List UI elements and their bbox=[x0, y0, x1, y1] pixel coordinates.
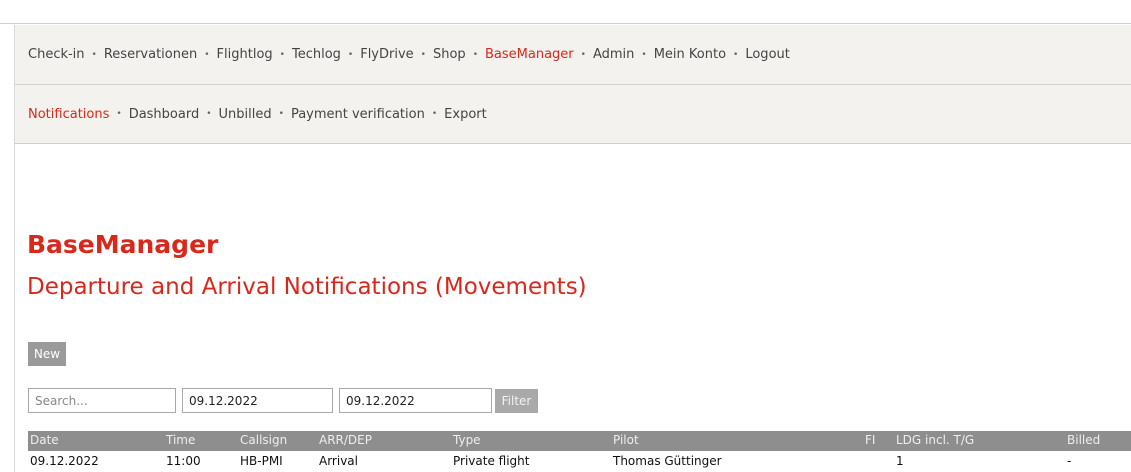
subnav-item-export[interactable]: Export bbox=[444, 107, 487, 122]
column-header-ldg[interactable]: LDG incl. T/G bbox=[896, 433, 974, 447]
subnav-item-unbilled[interactable]: Unbilled bbox=[219, 107, 272, 122]
column-header-billed[interactable]: Billed bbox=[1067, 433, 1100, 447]
nav-item-admin[interactable]: Admin bbox=[593, 47, 634, 62]
cell-date: 09.12.2022 bbox=[30, 454, 99, 468]
content-area bbox=[14, 144, 1131, 472]
nav-separator: • bbox=[580, 49, 586, 60]
nav-separator: • bbox=[206, 109, 212, 119]
nav-item-flydrive[interactable]: FlyDrive bbox=[360, 47, 413, 62]
nav-separator: • bbox=[347, 49, 354, 60]
subnav-item-dashboard[interactable]: Dashboard bbox=[129, 107, 200, 122]
nav-item-mein-konto[interactable]: Mein Konto bbox=[654, 47, 726, 62]
cell-billed: - bbox=[1067, 454, 1072, 468]
column-header-callsign[interactable]: Callsign bbox=[240, 433, 287, 447]
column-header-date[interactable]: Date bbox=[30, 433, 59, 447]
nav-item-flightlog[interactable]: Flightlog bbox=[217, 47, 273, 62]
nav-separator: • bbox=[431, 109, 438, 119]
page-subtitle: Departure and Arrival Notifications (Mov… bbox=[27, 274, 587, 300]
table-header: Date Time Callsign ARR/DEP Type Pilot FI… bbox=[28, 431, 1131, 451]
sub-navigation: Notifications • Dashboard • Unbilled • P… bbox=[14, 85, 1131, 144]
subnav-item-notifications[interactable]: Notifications bbox=[28, 107, 109, 122]
nav-separator: • bbox=[91, 49, 97, 60]
column-header-pilot[interactable]: Pilot bbox=[613, 433, 639, 447]
cell-pilot: Thomas Güttinger bbox=[613, 454, 722, 468]
table-row[interactable]: 09.12.2022 11:00 HB-PMI Arrival Private … bbox=[28, 452, 1131, 472]
date-to-field[interactable] bbox=[339, 388, 492, 413]
new-button[interactable]: New bbox=[28, 342, 66, 366]
nav-separator: • bbox=[420, 49, 426, 60]
nav-separator: • bbox=[733, 49, 739, 60]
nav-item-basemanager[interactable]: BaseManager bbox=[485, 47, 574, 62]
page-title: BaseManager bbox=[27, 230, 219, 259]
nav-item-techlog[interactable]: Techlog bbox=[292, 47, 341, 62]
cell-type: Private flight bbox=[453, 454, 530, 468]
cell-arr-dep: Arrival bbox=[319, 454, 358, 468]
column-header-type[interactable]: Type bbox=[453, 433, 481, 447]
nav-separator: • bbox=[472, 49, 478, 60]
filter-button[interactable]: Filter bbox=[495, 389, 538, 413]
nav-separator: • bbox=[279, 49, 285, 60]
column-header-fi[interactable]: FI bbox=[865, 433, 875, 447]
cell-ldg: 1 bbox=[896, 454, 904, 468]
date-from-field[interactable] bbox=[182, 388, 333, 413]
nav-item-reservationen[interactable]: Reservationen bbox=[104, 47, 197, 62]
nav-separator: • bbox=[116, 109, 122, 119]
nav-separator: • bbox=[278, 109, 284, 119]
main-navigation: Check-in • Reservationen • Flightlog • T… bbox=[14, 25, 1131, 85]
cell-callsign: HB-PMI bbox=[240, 454, 283, 468]
window-top-bar bbox=[0, 0, 1131, 24]
subnav-item-payment-verification[interactable]: Payment verification bbox=[291, 107, 425, 122]
column-header-time[interactable]: Time bbox=[166, 433, 195, 447]
nav-item-logout[interactable]: Logout bbox=[745, 47, 790, 62]
column-header-arr-dep[interactable]: ARR/DEP bbox=[319, 433, 372, 447]
nav-item-shop[interactable]: Shop bbox=[433, 47, 466, 62]
nav-separator: • bbox=[204, 49, 210, 60]
search-input[interactable] bbox=[28, 388, 176, 413]
nav-item-check-in[interactable]: Check-in bbox=[28, 47, 85, 62]
nav-separator: • bbox=[641, 49, 647, 60]
cell-time: 11:00 bbox=[166, 454, 201, 468]
